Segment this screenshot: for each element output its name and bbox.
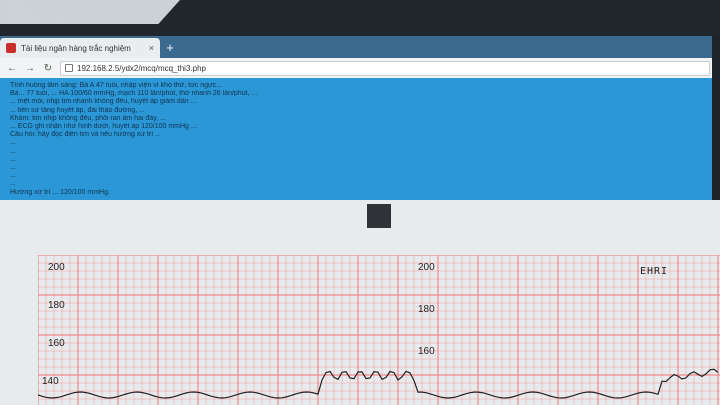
browser-toolbar: ← → ↻ 192.168.2.5/ydx2/mcq/mcq_thi3.php bbox=[0, 58, 720, 78]
question-text-line: ... mệt mỏi, nhịp tim nhanh không đều, h… bbox=[10, 98, 197, 106]
ecg-tick-label: 200 bbox=[418, 262, 435, 273]
stop-square-icon[interactable] bbox=[367, 204, 391, 228]
ecg-tick-label: 160 bbox=[48, 338, 65, 349]
question-text-line: Hướng xử trí ... 120/100 mmHg. bbox=[10, 188, 110, 196]
tab-title: Tài liệu ngân hàng trắc nghiệm bbox=[21, 43, 131, 53]
desktop-note: Bộ sưu tập ... bbox=[4, 10, 41, 16]
url-text: 192.168.2.5/ydx2/mcq/mcq_thi3.php bbox=[77, 63, 206, 73]
back-arrow-icon[interactable]: ← bbox=[6, 63, 18, 74]
ecg-tick-label: 180 bbox=[48, 300, 65, 311]
question-text-line: ... bbox=[10, 139, 16, 147]
question-banner: Tình huống lâm sàng: Bà A 47 tuổi, nhập … bbox=[0, 78, 720, 200]
browser-tab[interactable]: Tài liệu ngân hàng trắc nghiệm × bbox=[0, 38, 160, 58]
desktop-note: Thời gian 2018 - 2019 bbox=[4, 18, 63, 24]
desktop-background: Mã khóa ... Bộ sưu tập ... Thời gian 201… bbox=[0, 0, 720, 40]
question-text-line: ... bbox=[10, 147, 16, 155]
ecg-tick-label: 200 bbox=[48, 262, 65, 273]
ecg-tick-label: 160 bbox=[418, 346, 435, 357]
new-tab-button[interactable]: + bbox=[162, 40, 178, 56]
close-tab-icon[interactable]: × bbox=[149, 43, 154, 53]
ecg-tick-label: 140 bbox=[42, 376, 59, 387]
question-text-line: ... bbox=[10, 172, 16, 180]
screen-edge bbox=[712, 36, 720, 200]
question-text-line: Bà... 77 tuổi, ... HA 100/60 mmHg, mạch … bbox=[10, 90, 258, 98]
question-text-line: ... ECG ghi nhận như hình dưới, huyết áp… bbox=[10, 123, 197, 131]
question-text-line: Khám: tim nhịp không đều, phổi ran ẩm ha… bbox=[10, 114, 166, 122]
question-text-line: Tình huống lâm sàng: Bà A 47 tuổi, nhập … bbox=[10, 82, 223, 89]
ecg-strip bbox=[38, 255, 720, 405]
question-text-line: ... bbox=[10, 164, 16, 172]
question-text-line: ... bbox=[10, 155, 16, 163]
desktop-note: Mã khóa ... bbox=[4, 2, 34, 8]
page-info-icon bbox=[65, 64, 73, 72]
address-bar[interactable]: 192.168.2.5/ydx2/mcq/mcq_thi3.php bbox=[60, 60, 710, 76]
favicon-icon bbox=[6, 43, 16, 53]
question-text-line: Câu hỏi: hãy đọc điện tim và nêu hướng x… bbox=[10, 131, 161, 139]
reload-icon[interactable]: ↻ bbox=[42, 63, 54, 74]
question-text-line: ... tiền sử tăng huyết áp, đái tháo đườn… bbox=[10, 106, 145, 114]
forward-arrow-icon[interactable]: → bbox=[24, 63, 36, 74]
ecg-tick-label: 180 bbox=[418, 304, 435, 315]
question-text-line: ... bbox=[10, 180, 16, 188]
ecg-lead-label: EHRI bbox=[640, 266, 669, 277]
ecg-trace bbox=[38, 368, 719, 399]
